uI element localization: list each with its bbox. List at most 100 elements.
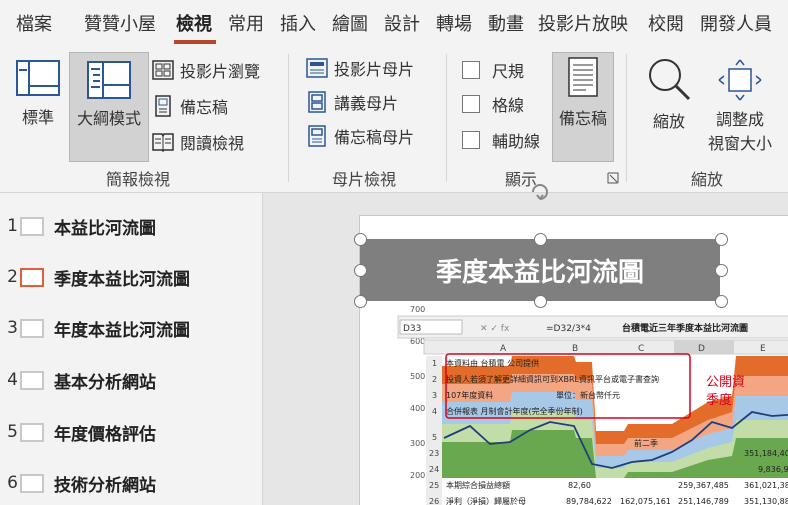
outline-item[interactable]: 4 基本分析網站 xyxy=(0,365,156,395)
normal-view-label: 標準 xyxy=(21,108,54,127)
tab-custom[interactable]: 贊贊小屋 xyxy=(84,10,156,36)
outline-item-number: 6 xyxy=(7,473,18,493)
slide-icon[interactable] xyxy=(20,422,44,442)
outline-item[interactable]: 2 季度本益比河流圖 xyxy=(0,262,190,292)
handout-master-button[interactable]: 講義母片 xyxy=(306,90,398,114)
tab-file[interactable]: 檔案 xyxy=(16,10,52,36)
notes-master-button[interactable]: 備忘稿母片 xyxy=(306,124,414,148)
resize-handle[interactable] xyxy=(354,233,367,246)
tab-slideshow[interactable]: 投影片放映 xyxy=(538,10,628,36)
slide-icon[interactable] xyxy=(20,370,44,390)
ruler-checkbox-box[interactable] xyxy=(462,61,480,79)
fit-to-window-button[interactable]: 調整成 視窗大小 xyxy=(700,54,780,164)
svg-text:單位：新台幣仟元: 單位：新台幣仟元 xyxy=(556,390,620,400)
reading-view-icon xyxy=(152,133,174,152)
svg-text:A: A xyxy=(500,344,507,354)
svg-text:合併報表 月制會計年度(完全季份年制): 合併報表 月制會計年度(完全季份年制) xyxy=(446,406,583,416)
outline-item-title[interactable]: 本益比河流圖 xyxy=(54,214,156,239)
svg-text:251,146,789: 251,146,789 xyxy=(678,497,729,505)
svg-text:351,184,40: 351,184,40 xyxy=(744,449,788,458)
tab-animations[interactable]: 動畫 xyxy=(488,10,524,36)
notes-master-label: 備忘稿母片 xyxy=(334,128,415,147)
svg-text:259,367,485: 259,367,485 xyxy=(678,481,729,490)
ribbon-tab-bar: 檔案 贊贊小屋 檢視 常用 插入 繪圖 設計 轉場 動畫 投影片放映 校閱 開發… xyxy=(0,0,788,46)
magnifier-icon xyxy=(649,59,691,101)
tab-transitions[interactable]: 轉場 xyxy=(436,10,472,36)
group-separator xyxy=(288,54,289,182)
slide-icon[interactable] xyxy=(20,267,44,287)
group-separator xyxy=(446,54,447,182)
svg-text:361,021,38: 361,021,38 xyxy=(744,481,788,490)
outline-view-button[interactable]: 大綱模式 xyxy=(69,52,149,162)
dialog-launcher-icon[interactable] xyxy=(607,172,619,184)
tab-draw[interactable]: 繪圖 xyxy=(332,10,368,36)
outline-item-title[interactable]: 年度價格評估 xyxy=(54,420,156,445)
notes-page-button[interactable]: 備忘稿 xyxy=(152,94,228,118)
tab-view[interactable]: 檢視 xyxy=(176,10,212,36)
svg-text:3: 3 xyxy=(432,391,437,400)
resize-handle[interactable] xyxy=(534,295,547,308)
guides-checkbox-box[interactable] xyxy=(462,131,480,149)
svg-text:89,784,622: 89,784,622 xyxy=(566,497,612,505)
svg-text:E: E xyxy=(760,344,766,354)
slide-icon[interactable] xyxy=(20,216,44,236)
ruler-checkbox[interactable]: 尺規 xyxy=(462,58,524,82)
svg-text:5: 5 xyxy=(432,433,437,442)
outline-item[interactable]: 1 本益比河流圖 xyxy=(0,211,156,241)
gridlines-checkbox[interactable]: 格線 xyxy=(462,92,524,116)
slide-master-icon xyxy=(306,58,328,78)
reading-view-label: 閱讀檢視 xyxy=(180,134,245,153)
outline-item-number: 5 xyxy=(7,422,18,442)
y-tick: 400 xyxy=(410,404,425,413)
outline-view-icon xyxy=(87,61,131,99)
svg-text:23: 23 xyxy=(429,449,439,458)
slide-sorter-button[interactable]: 投影片瀏覽 xyxy=(152,58,260,82)
normal-view-button[interactable]: 標準 xyxy=(8,54,68,162)
resize-handle[interactable] xyxy=(354,264,367,277)
slide-master-button[interactable]: 投影片母片 xyxy=(306,56,414,80)
outline-item-title[interactable]: 季度本益比河流圖 xyxy=(54,265,190,290)
svg-text:82,60: 82,60 xyxy=(568,481,591,490)
resize-handle[interactable] xyxy=(354,295,367,308)
guides-checkbox[interactable]: 輔助線 xyxy=(462,128,540,152)
group-label-presentation-views: 簡報檢視 xyxy=(106,170,171,189)
svg-text:25: 25 xyxy=(429,481,439,490)
resize-handle[interactable] xyxy=(715,295,728,308)
gridlines-label: 格線 xyxy=(492,96,525,115)
outline-pane[interactable]: 1 本益比河流圖 2 季度本益比河流圖 3 年度本益比河流圖 4 基本分析網站 … xyxy=(0,193,263,505)
reading-view-button[interactable]: 閱讀檢視 xyxy=(152,130,244,154)
outline-item[interactable]: 5 年度價格評估 xyxy=(0,417,156,447)
handout-master-label: 講義母片 xyxy=(334,94,399,113)
outline-item[interactable]: 6 技術分析網站 xyxy=(0,468,156,498)
svg-text:本資料由 台積電 公司提供: 本資料由 台積電 公司提供 xyxy=(446,358,539,368)
resize-handle[interactable] xyxy=(715,264,728,277)
outline-item-number: 3 xyxy=(7,318,18,338)
slide-master-label: 投影片母片 xyxy=(334,60,415,79)
outline-item[interactable]: 3 年度本益比河流圖 xyxy=(0,313,190,343)
tab-developer[interactable]: 開發人員 xyxy=(700,10,772,36)
rotate-handle-icon[interactable] xyxy=(528,180,552,204)
zoom-button[interactable]: 縮放 xyxy=(640,54,698,154)
tab-design[interactable]: 設計 xyxy=(384,10,420,36)
svg-text:C: C xyxy=(638,344,644,354)
svg-text:✕ ✓ fx: ✕ ✓ fx xyxy=(480,324,510,334)
svg-text:2: 2 xyxy=(432,375,437,384)
outline-item-title[interactable]: 基本分析網站 xyxy=(54,368,156,393)
tab-insert[interactable]: 插入 xyxy=(280,10,316,36)
resize-handle[interactable] xyxy=(715,233,728,246)
tab-home[interactable]: 常用 xyxy=(228,10,264,36)
fit-to-window-icon xyxy=(718,59,762,101)
notes-page-label: 備忘稿 xyxy=(180,98,229,117)
slide-icon[interactable] xyxy=(20,473,44,493)
outline-item-title[interactable]: 技術分析網站 xyxy=(54,471,156,496)
outline-item-title[interactable]: 年度本益比河流圖 xyxy=(54,316,190,341)
gridlines-checkbox-box[interactable] xyxy=(462,95,480,113)
slide-icon[interactable] xyxy=(20,318,44,338)
resize-handle[interactable] xyxy=(534,233,547,246)
tab-review[interactable]: 校閱 xyxy=(648,10,684,36)
y-tick: 200 xyxy=(410,471,425,480)
notes-toggle-button[interactable]: 備忘稿 xyxy=(552,52,614,162)
group-label-master-views: 母片檢視 xyxy=(332,170,397,189)
svg-text:淨利（淨損）歸屬於母: 淨利（淨損）歸屬於母 xyxy=(446,496,526,505)
slide-title-placeholder[interactable]: 季度本益比河流圖 xyxy=(360,239,720,301)
